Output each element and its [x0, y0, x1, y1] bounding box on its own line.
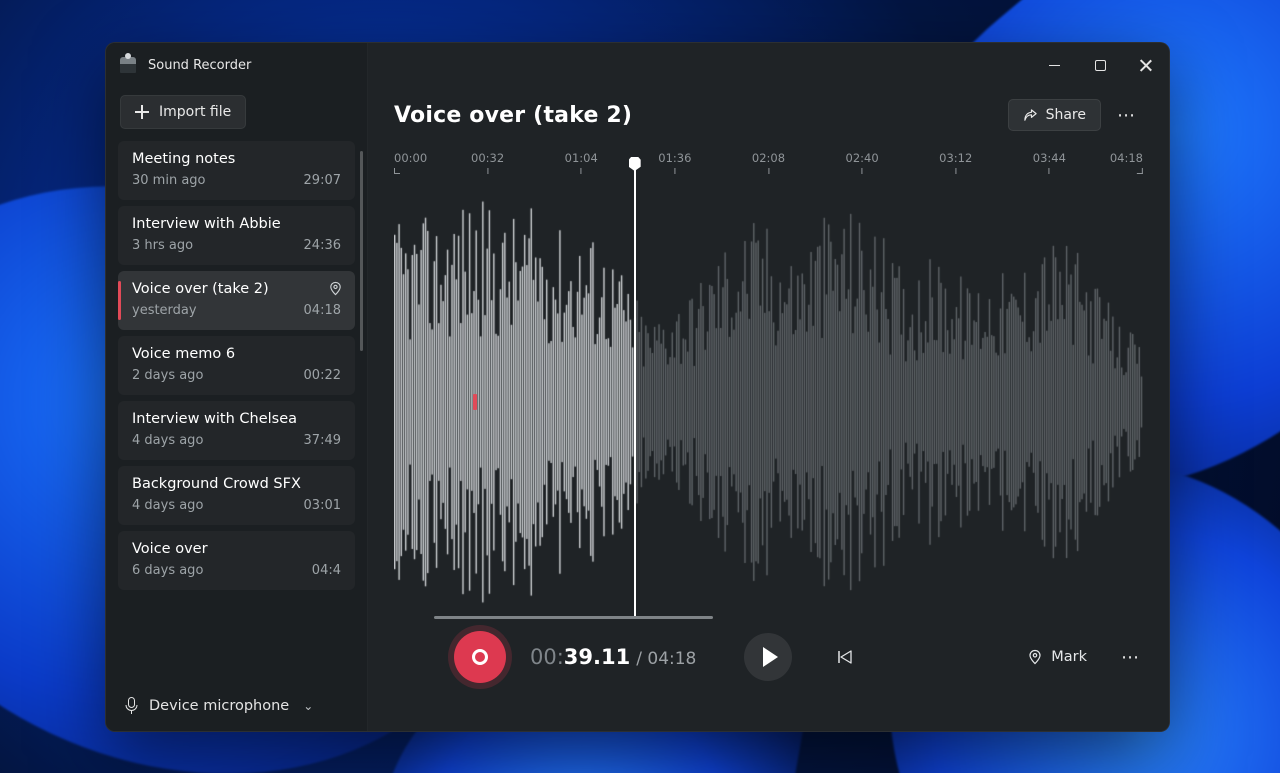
record-icon	[472, 649, 488, 665]
main-pane: Voice over (take 2) Share ⋯ 00:00 00:32 01…	[368, 43, 1169, 731]
share-button[interactable]: Share	[1008, 99, 1101, 131]
window-controls	[368, 43, 1169, 87]
recording-item-when: 4 days ago	[132, 498, 203, 513]
timeline-marker[interactable]	[473, 394, 477, 410]
import-label: Import file	[159, 104, 231, 120]
recording-item-title: Voice over	[132, 541, 341, 557]
skip-to-start-button[interactable]	[828, 640, 862, 674]
timeline-ruler[interactable]: 00:00 00:32 01:04 01:36 02:08 02:40 03:12 03:44…	[394, 151, 1143, 181]
recording-title: Voice over (take 2)	[394, 103, 632, 128]
timeline-tick: 01:04	[565, 151, 598, 174]
share-icon	[1023, 108, 1038, 123]
plus-icon	[135, 105, 149, 119]
close-icon	[1140, 59, 1152, 71]
maximize-icon	[1095, 60, 1106, 71]
timeline-tick: 03:44	[1033, 151, 1066, 174]
recording-item-duration: 04:4	[312, 563, 341, 578]
transport-bar: 00:39.11 / 04:18 Mark ⋯	[368, 617, 1169, 701]
location-marker-icon	[1027, 649, 1043, 665]
time-prefix: 00:	[530, 645, 564, 669]
recording-item-duration: 37:49	[304, 433, 341, 448]
device-label: Device microphone	[149, 698, 289, 714]
play-button[interactable]	[744, 633, 792, 681]
recording-item-title: Voice memo 6	[132, 346, 341, 362]
tick-label: 04:18	[1110, 151, 1143, 165]
titlebar-left: Sound Recorder	[106, 43, 367, 87]
recording-item-when: 3 hrs ago	[132, 238, 193, 253]
share-label: Share	[1046, 107, 1086, 123]
recording-item-duration: 00:22	[304, 368, 341, 383]
recording-item-duration: 24:36	[304, 238, 341, 253]
recording-item-duration: 04:18	[304, 303, 341, 318]
timeline-tick: 01:36	[658, 151, 691, 174]
location-marker-icon	[328, 281, 343, 296]
minimize-button[interactable]	[1031, 43, 1077, 87]
add-marker-button[interactable]: Mark	[1019, 643, 1095, 671]
tick-label: 02:40	[846, 151, 879, 165]
recording-item-when: 6 days ago	[132, 563, 203, 578]
recording-item[interactable]: Interview with Abbie 3 hrs ago 24:36	[118, 206, 355, 265]
recording-item-when: 30 min ago	[132, 173, 206, 188]
recording-item[interactable]: Voice over 6 days ago 04:4	[118, 531, 355, 590]
play-icon	[763, 647, 778, 667]
close-button[interactable]	[1123, 43, 1169, 87]
transport-more-button[interactable]: ⋯	[1119, 643, 1143, 672]
record-button[interactable]	[454, 631, 506, 683]
timeline-tick: 03:12	[939, 151, 972, 174]
waveform-area[interactable]	[394, 187, 1143, 617]
chevron-down-icon: ⌄	[303, 699, 313, 713]
recording-item[interactable]: Voice over (take 2) yesterday 04:18	[118, 271, 355, 330]
content-header: Voice over (take 2) Share ⋯	[368, 87, 1169, 137]
recording-item-title: Interview with Abbie	[132, 216, 341, 232]
recordings-list: Meeting notes 30 min ago 29:07 Interview wi…	[106, 141, 367, 683]
more-options-button[interactable]: ⋯	[1111, 101, 1143, 130]
recording-item-when: 2 days ago	[132, 368, 203, 383]
mark-label: Mark	[1051, 649, 1087, 665]
recording-item-duration: 03:01	[304, 498, 341, 513]
app-window: Sound Recorder Import file Meeting notes…	[105, 42, 1170, 732]
app-icon	[120, 57, 136, 73]
waveform-scrollbar[interactable]	[434, 616, 713, 619]
timeline-tick: 00:32	[471, 151, 504, 174]
recording-item-when: 4 days ago	[132, 433, 203, 448]
time-total: 04:18	[647, 649, 696, 669]
minimize-icon	[1049, 65, 1060, 66]
input-device-selector[interactable]: Device microphone ⌄	[106, 683, 367, 721]
timeline-tick: 04:18	[1110, 151, 1143, 174]
tick-label: 00:32	[471, 151, 504, 165]
recording-item-title: Background Crowd SFX	[132, 476, 341, 492]
tick-label: 01:36	[658, 151, 691, 165]
recording-item-title: Interview with Chelsea	[132, 411, 341, 427]
recording-item-when: yesterday	[132, 303, 197, 318]
recording-item[interactable]: Background Crowd SFX 4 days ago 03:01	[118, 466, 355, 525]
maximize-button[interactable]	[1077, 43, 1123, 87]
tick-label: 03:12	[939, 151, 972, 165]
recording-item-title: Meeting notes	[132, 151, 341, 167]
microphone-icon	[124, 697, 139, 715]
time-display: 00:39.11 / 04:18	[530, 645, 696, 669]
tick-label: 01:04	[565, 151, 598, 165]
recording-item[interactable]: Interview with Chelsea 4 days ago 37:49	[118, 401, 355, 460]
app-title: Sound Recorder	[148, 58, 251, 73]
tick-label: 00:00	[394, 151, 427, 165]
recording-item[interactable]: Voice memo 6 2 days ago 00:22	[118, 336, 355, 395]
sidebar: Sound Recorder Import file Meeting notes…	[106, 43, 368, 731]
recording-item-duration: 29:07	[304, 173, 341, 188]
playhead[interactable]	[634, 167, 636, 617]
waveform-canvas	[394, 187, 1143, 617]
timeline-tick: 02:08	[752, 151, 785, 174]
recording-item[interactable]: Meeting notes 30 min ago 29:07	[118, 141, 355, 200]
timeline-tick: 00:00	[394, 151, 427, 174]
sidebar-scrollbar[interactable]	[360, 151, 363, 351]
tick-label: 03:44	[1033, 151, 1066, 165]
import-file-button[interactable]: Import file	[120, 95, 246, 129]
time-current: 39.11	[564, 645, 630, 669]
skip-start-icon	[836, 648, 854, 666]
recording-item-title: Voice over (take 2)	[132, 281, 341, 297]
tick-label: 02:08	[752, 151, 785, 165]
timeline-tick: 02:40	[846, 151, 879, 174]
